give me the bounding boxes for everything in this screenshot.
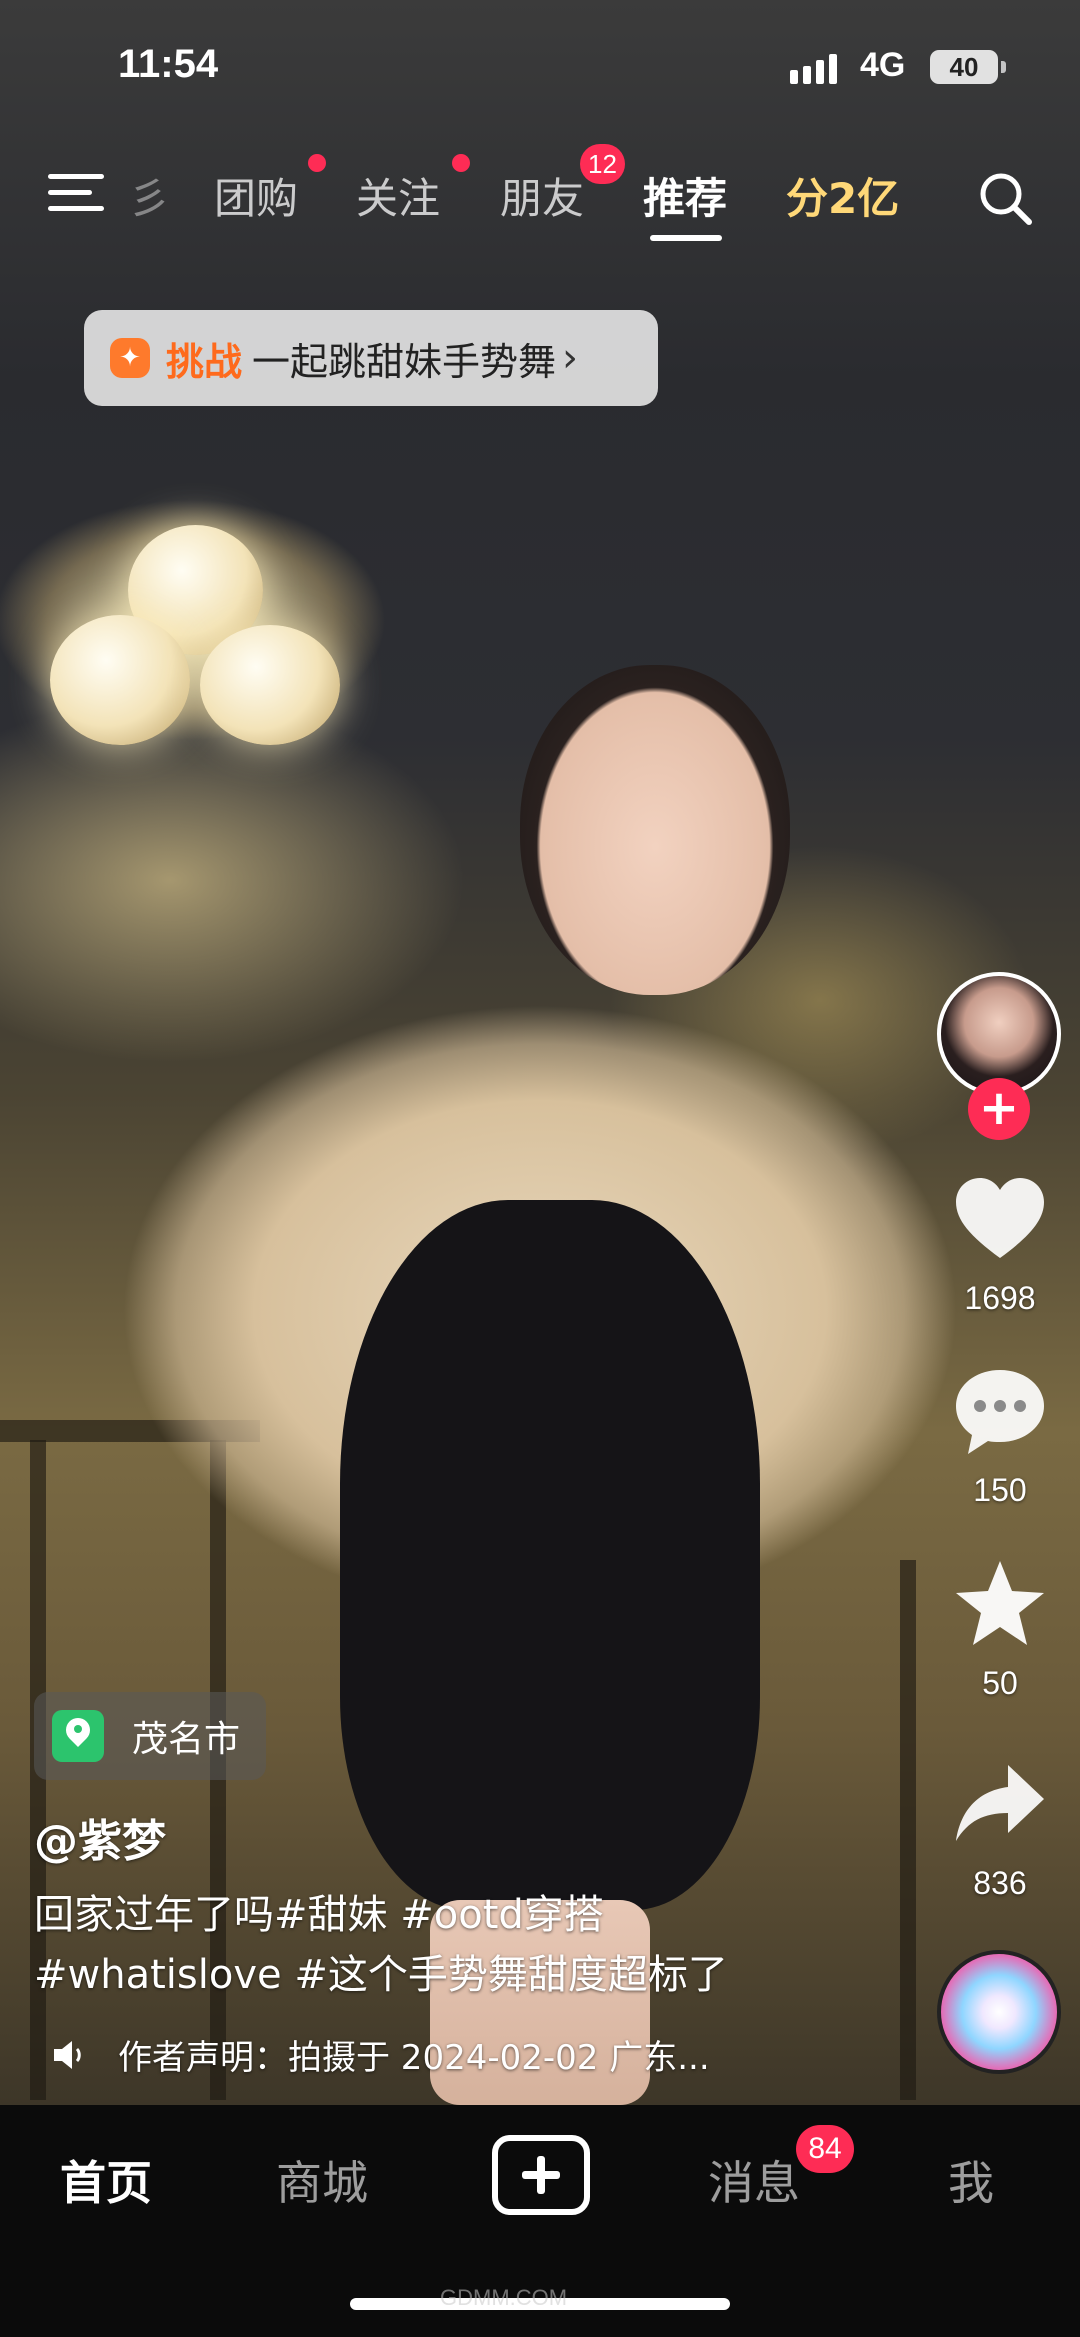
- challenge-chip[interactable]: ✦ 挑战 一起跳甜妹手势舞 ›: [84, 310, 658, 406]
- caption-line: 回家过年了吗#甜妹 #ootd穿搭: [34, 1892, 604, 1938]
- share-icon[interactable]: [950, 1755, 1050, 1855]
- share-count: 836: [973, 1865, 1027, 1901]
- tab-home[interactable]: 首页: [60, 2147, 152, 2213]
- author-name[interactable]: @紫梦: [34, 1805, 166, 1869]
- active-tab-underline: [650, 235, 722, 241]
- location-chip[interactable]: 茂名市: [34, 1692, 266, 1780]
- tab-recommended[interactable]: 推荐: [643, 165, 727, 226]
- battery-icon: 40: [930, 50, 998, 84]
- star-icon[interactable]: [950, 1555, 1050, 1655]
- declaration-text: 作者声明：拍摄于 2024-02-02 广东...: [118, 2038, 710, 2078]
- tab-mall[interactable]: 商城: [276, 2147, 368, 2213]
- challenge-label: 挑战: [166, 339, 243, 384]
- tab-following[interactable]: 关注: [356, 165, 440, 226]
- screen: 11:54 4G 40 彡 团购 关注 朋友 12 推荐 分2亿 ✦ 挑战 一起: [0, 0, 1080, 2337]
- caption-line: #whatislove #这个手势舞甜度超标了: [34, 1952, 728, 1998]
- network-type: 4G: [860, 46, 906, 84]
- search-icon[interactable]: [975, 168, 1035, 228]
- following-dot: [452, 154, 470, 172]
- messages-badge: 84: [796, 2125, 854, 2173]
- comment-count: 150: [973, 1472, 1027, 1508]
- tab-partial[interactable]: 彡: [128, 165, 170, 226]
- location-text: 茂名市: [132, 1719, 241, 1760]
- heart-icon[interactable]: [950, 1170, 1050, 1270]
- person-head: [520, 665, 790, 995]
- tab-messages[interactable]: 消息: [708, 2147, 800, 2213]
- chevron-right-icon: ›: [562, 335, 579, 381]
- comment-icon[interactable]: [950, 1362, 1050, 1462]
- street-lamp: [200, 625, 340, 745]
- follow-button[interactable]: +: [968, 1078, 1030, 1140]
- status-time: 11:54: [118, 42, 219, 86]
- friends-badge: 12: [580, 144, 625, 184]
- location-pin-icon: [52, 1710, 104, 1762]
- street-lamp: [50, 615, 190, 745]
- music-disc[interactable]: [937, 1950, 1061, 2074]
- person-dress: [340, 1200, 760, 1910]
- tab-group-buy[interactable]: 团购: [214, 165, 298, 226]
- signal-icon: [790, 54, 837, 84]
- author-declaration: 作者声明：拍摄于 2024-02-02 广东...: [50, 2030, 710, 2079]
- challenge-icon: ✦: [110, 338, 150, 378]
- create-button[interactable]: [492, 2135, 590, 2215]
- menu-icon[interactable]: [48, 170, 108, 216]
- speaker-icon: [54, 2040, 81, 2069]
- challenge-title: 一起跳甜妹手势舞: [252, 339, 557, 384]
- tab-friends[interactable]: 朋友: [500, 165, 584, 226]
- battery-cap: [1001, 61, 1006, 73]
- tab-me[interactable]: 我: [948, 2147, 994, 2213]
- group-buy-dot: [308, 154, 326, 172]
- top-navigation: 彡 团购 关注 朋友 12 推荐 分2亿: [0, 144, 1080, 250]
- tab-promo[interactable]: 分2亿: [786, 165, 899, 226]
- favorite-count: 50: [982, 1665, 1018, 1701]
- status-bar: 11:54 4G 40: [0, 0, 1080, 120]
- like-count: 1698: [964, 1280, 1036, 1316]
- video-caption[interactable]: 回家过年了吗#甜妹 #ootd穿搭 #whatislove #这个手势舞甜度超标…: [34, 1885, 794, 2005]
- watermark: GDMM.COM: [440, 2285, 568, 2310]
